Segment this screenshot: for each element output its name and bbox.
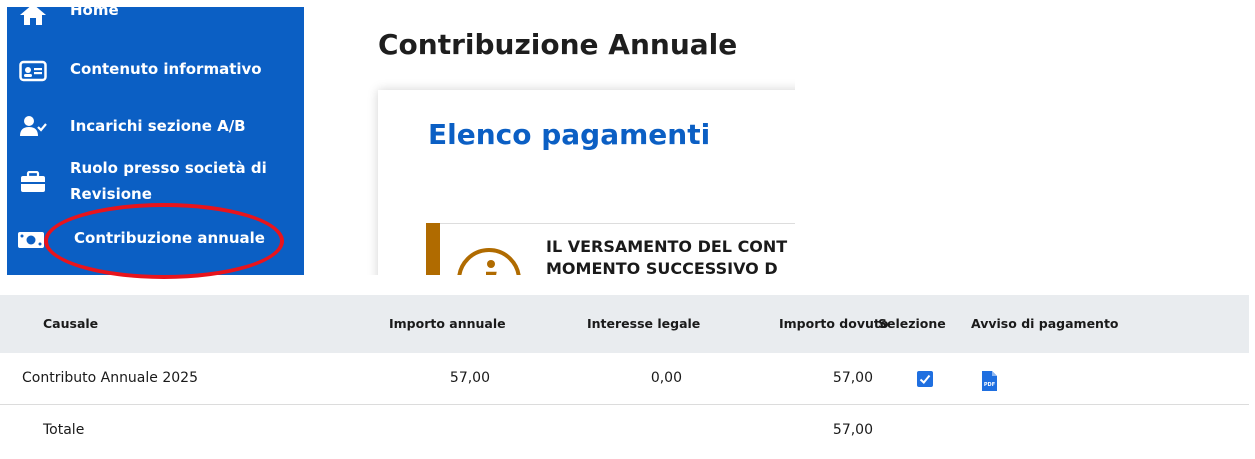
payments-card: Elenco pagamenti IL VERSAMENTO DEL CONT … [378, 90, 795, 275]
page-title: Contribuzione Annuale [378, 28, 738, 61]
header-causale: Causale [43, 316, 99, 331]
alert-line-1: IL VERSAMENTO DEL CONT [546, 237, 788, 256]
card-title: Elenco pagamenti [428, 118, 711, 151]
sidebar-item-label: Incarichi sezione A/B [70, 117, 246, 135]
cell-totale-importo: 57,00 [832, 422, 873, 438]
alert-line-2: MOMENTO SUCCESSIVO D [546, 259, 778, 275]
sidebar-item-incarichi[interactable]: Incarichi sezione A/B [7, 112, 304, 142]
pdf-icon[interactable]: PDF [981, 371, 997, 391]
alert-accent-bar [426, 223, 440, 275]
alert-text: IL VERSAMENTO DEL CONT MOMENTO SUCCESSIV… [546, 236, 787, 275]
info-icon [457, 248, 521, 275]
divider [426, 223, 795, 224]
header-interesse-legale: Interesse legale [587, 316, 701, 331]
selezione-checkbox[interactable] [917, 371, 933, 387]
checkmark-icon [919, 374, 931, 384]
cell-causale: Contributo Annuale 2025 [22, 370, 198, 386]
table-row: Contributo Annuale 2025 57,00 0,00 57,00 [0, 353, 1249, 405]
user-check-icon [20, 116, 47, 136]
header-avviso-pagamento: Avviso di pagamento [971, 316, 1119, 331]
sidebar-item-home[interactable]: Home [7, 7, 304, 31]
table-row-totale: Totale 57,00 [0, 405, 1249, 456]
briefcase-icon [21, 171, 45, 192]
money-icon [18, 232, 44, 248]
sidebar-item-label: Home [70, 7, 119, 19]
home-icon [20, 7, 46, 25]
cell-importo-annuale: 57,00 [449, 370, 490, 386]
payments-card-viewport: Elenco pagamenti IL VERSAMENTO DEL CONT … [360, 72, 795, 275]
cell-importo-dovuto: 57,00 [832, 370, 873, 386]
id-card-icon [19, 60, 47, 82]
table-header: Causale Importo annuale Interesse legale… [0, 295, 1249, 353]
sidebar-item-label: Ruolo presso società di [70, 159, 267, 177]
cell-interesse-legale: 0,00 [650, 370, 682, 386]
annotation-ellipse [44, 203, 284, 279]
header-importo-annuale: Importo annuale [389, 316, 506, 331]
sidebar-item-label: Contenuto informativo [70, 60, 262, 78]
sidebar-item-contenuto-informativo[interactable]: Contenuto informativo [7, 56, 304, 86]
cell-totale-label: Totale [43, 422, 85, 438]
header-importo-dovuto: Importo dovuto [779, 316, 889, 331]
svg-text:PDF: PDF [984, 382, 995, 388]
header-selezione: Selezione [878, 316, 946, 331]
